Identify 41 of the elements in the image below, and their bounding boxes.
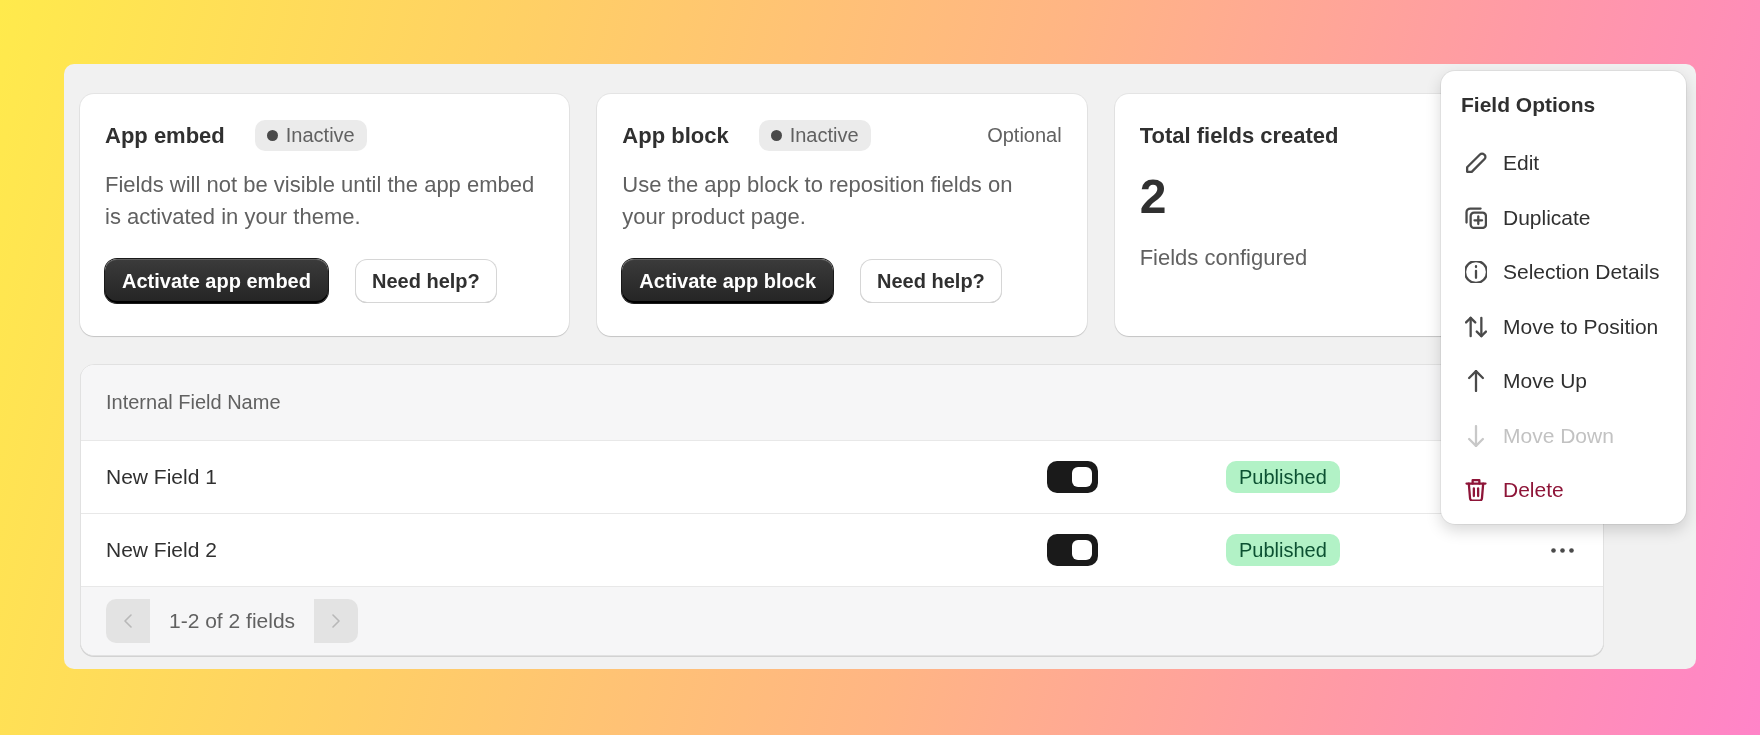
menu-item[interactable]: Delete	[1449, 463, 1678, 518]
toggle-switch[interactable]	[1047, 461, 1098, 493]
menu-item[interactable]: Edit	[1449, 136, 1678, 191]
stat-value: 2	[1139, 169, 1167, 225]
chevron-left-icon	[124, 614, 132, 628]
up-down-arrows-icon	[1465, 315, 1487, 338]
card-title: App embed	[105, 122, 225, 150]
menu-item[interactable]: Move to Position	[1449, 299, 1678, 354]
menu-item[interactable]: Selection Details	[1449, 245, 1678, 300]
status-badge: Published	[1226, 461, 1340, 493]
trash-icon	[1465, 479, 1487, 502]
menu-title: Field Options	[1460, 92, 1597, 118]
stat-title: Total fields created	[1139, 122, 1339, 150]
card-description: Fields will not be visible until the app embed is activated in your theme.	[105, 171, 536, 231]
card-title: App block	[622, 122, 729, 150]
arrow-up-icon	[1465, 370, 1487, 393]
info-icon	[1465, 261, 1487, 284]
optional-label: Optional	[987, 124, 1062, 147]
menu-item[interactable]: Move Up	[1449, 354, 1678, 409]
copy-plus-icon	[1465, 206, 1487, 229]
status-dot-icon	[266, 130, 278, 141]
arrow-down-icon	[1465, 424, 1487, 447]
toggle-switch[interactable]	[1047, 534, 1098, 566]
column-header: Internal Field Name	[106, 391, 281, 414]
menu-item[interactable]: Duplicate	[1449, 190, 1678, 245]
primary-button[interactable]: Activate app block	[622, 259, 834, 303]
field-name-cell: New Field 1	[106, 465, 217, 489]
chevron-right-icon	[332, 614, 341, 628]
field-name-cell: New Field 2	[106, 538, 217, 562]
status-dot-icon	[770, 130, 782, 141]
secondary-button[interactable]: Need help?	[354, 259, 497, 303]
page-range-text: 1-2 of 2 fields	[169, 609, 296, 633]
secondary-button[interactable]: Need help?	[860, 259, 1002, 303]
status-text: Inactive	[285, 124, 355, 147]
more-icon[interactable]	[1551, 547, 1574, 553]
status-text: Inactive	[789, 124, 859, 147]
stat-caption: Fields configured	[1139, 244, 1308, 272]
primary-button[interactable]: Activate app embed	[105, 259, 328, 303]
status-badge: Published	[1226, 534, 1340, 566]
card-description: Use the app block to reposition fields on your product page.	[622, 171, 1014, 231]
pencil-icon	[1465, 152, 1487, 175]
